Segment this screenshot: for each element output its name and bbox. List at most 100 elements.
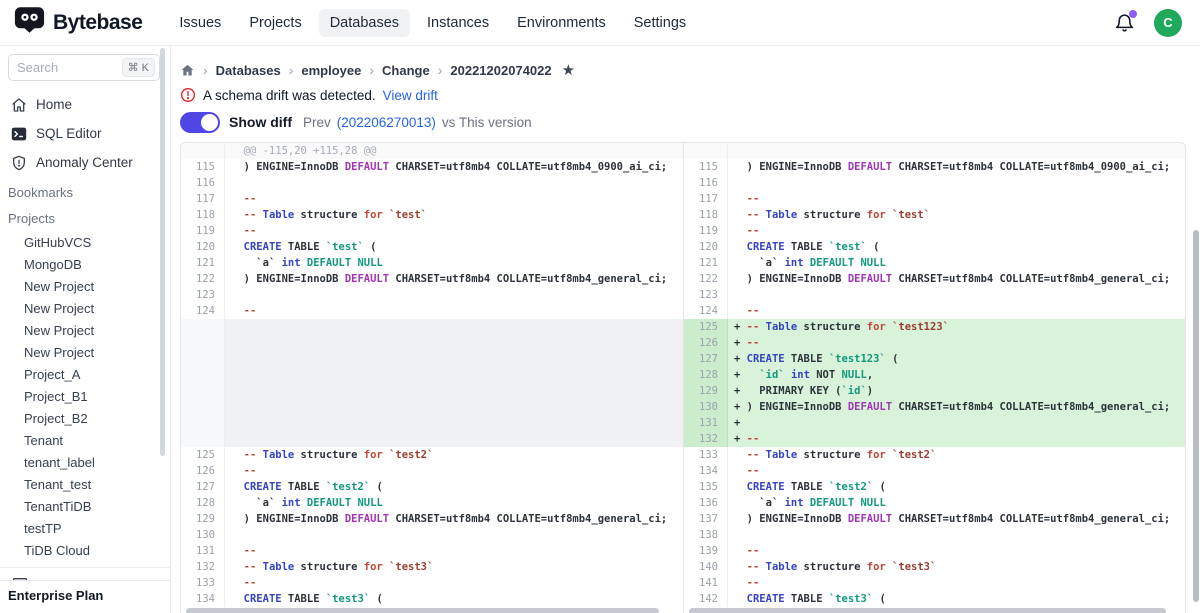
plan-badge: Enterprise Plan bbox=[0, 580, 170, 613]
sidebar-item-label: Home bbox=[36, 97, 72, 112]
nav-item-projects[interactable]: Projects bbox=[238, 9, 312, 37]
search-input[interactable] bbox=[17, 60, 103, 75]
alert-icon bbox=[180, 87, 196, 103]
diff-row bbox=[181, 415, 683, 431]
page-vertical-scrollbar[interactable] bbox=[1193, 230, 1199, 602]
diff-row: 123 bbox=[684, 287, 1185, 303]
vs-label: vs This version bbox=[442, 115, 532, 130]
diff-row bbox=[181, 383, 683, 399]
avatar[interactable]: C bbox=[1154, 9, 1182, 37]
sidebar-project-item[interactable]: New Project bbox=[0, 275, 170, 297]
diff-row: 126 -- bbox=[181, 463, 683, 479]
diff-row: 126+ -- bbox=[684, 335, 1185, 351]
diff-row: 119 -- bbox=[181, 223, 683, 239]
diff-row: 141 -- bbox=[684, 575, 1185, 591]
nav-item-issues[interactable]: Issues bbox=[168, 9, 232, 37]
alert-text: A schema drift was detected. bbox=[203, 88, 376, 103]
diff-row: 134 -- bbox=[684, 463, 1185, 479]
right-horizontal-scrollbar[interactable] bbox=[689, 608, 1176, 613]
sidebar-project-item[interactable]: Tenant_test bbox=[0, 473, 170, 495]
diff-row: 139 -- bbox=[684, 543, 1185, 559]
diff-row: 131+ bbox=[684, 415, 1185, 431]
diff-row: 122 ) ENGINE=InnoDB DEFAULT CHARSET=utf8… bbox=[684, 271, 1185, 287]
diff-row: 138 bbox=[684, 527, 1185, 543]
diff-row: 118 -- Table structure for `test` bbox=[684, 207, 1185, 223]
nav-item-databases[interactable]: Databases bbox=[319, 9, 410, 37]
favorite-star-icon[interactable]: ★ bbox=[562, 61, 575, 79]
breadcrumb-home-icon[interactable] bbox=[180, 63, 195, 78]
diff-panel-previous: @@ -115,20 +115,28 @@115 ) ENGINE=InnoDB… bbox=[181, 143, 683, 613]
bytebase-logo[interactable]: Bytebase bbox=[14, 6, 142, 39]
sidebar-item-home[interactable]: Home bbox=[0, 91, 170, 118]
breadcrumb-item[interactable]: employee bbox=[301, 63, 361, 78]
sidebar-project-item[interactable]: Tenant bbox=[0, 429, 170, 451]
diff-row bbox=[181, 319, 683, 335]
sidebar-project-item[interactable]: New Project bbox=[0, 319, 170, 341]
sidebar-project-item[interactable]: Project_A bbox=[0, 363, 170, 385]
sidebar-project-item[interactable]: New Project bbox=[0, 297, 170, 319]
sidebar-project-item[interactable]: GitHubVCS bbox=[0, 231, 170, 253]
diff-row: 127+ CREATE TABLE `test123` ( bbox=[684, 351, 1185, 367]
breadcrumb-item[interactable]: Databases bbox=[216, 63, 281, 78]
prev-label: Prev bbox=[303, 115, 331, 130]
brand-name: Bytebase bbox=[53, 11, 142, 35]
home-icon bbox=[10, 96, 27, 113]
diff-row bbox=[181, 335, 683, 351]
breadcrumb-separator: › bbox=[289, 62, 294, 78]
breadcrumb-item[interactable]: Change bbox=[382, 63, 430, 78]
bytebase-logo-icon bbox=[14, 6, 45, 39]
notification-bell-icon[interactable] bbox=[1114, 12, 1136, 34]
search-box[interactable]: ⌘ K bbox=[8, 54, 160, 81]
nav-item-instances[interactable]: Instances bbox=[416, 9, 500, 37]
sidebar-project-item[interactable]: Project_B1 bbox=[0, 385, 170, 407]
anomaly-center-icon bbox=[10, 154, 27, 171]
sidebar-project-item[interactable]: TiDB Cloud bbox=[0, 539, 170, 561]
sidebar-project-item[interactable]: Project_B2 bbox=[0, 407, 170, 429]
sidebar-project-item[interactable]: tenant_label bbox=[0, 451, 170, 473]
diff-row: 142 CREATE TABLE `test3` ( bbox=[684, 591, 1185, 607]
diff-rows-right: 115 ) ENGINE=InnoDB DEFAULT CHARSET=utf8… bbox=[684, 143, 1185, 607]
sidebar-item-anomaly-center[interactable]: Anomaly Center bbox=[0, 149, 170, 176]
sidebar-project-item[interactable]: MongoDB bbox=[0, 253, 170, 275]
diff-row: @@ -115,20 +115,28 @@ bbox=[181, 143, 683, 159]
diff-row: 129+ PRIMARY KEY (`id`) bbox=[684, 383, 1185, 399]
sidebar-item-sql-editor[interactable]: SQL Editor bbox=[0, 120, 170, 147]
sidebar-project-item[interactable]: testTP bbox=[0, 517, 170, 539]
breadcrumb-item[interactable]: 20221202074022 bbox=[450, 63, 551, 78]
search-shortcut-kbd: ⌘ K bbox=[122, 58, 155, 77]
left-horizontal-scrollbar[interactable] bbox=[186, 608, 674, 613]
nav-item-environments[interactable]: Environments bbox=[506, 9, 617, 37]
diff-row: 140 -- Table structure for `test3` bbox=[684, 559, 1185, 575]
top-right: C bbox=[1114, 9, 1182, 37]
sidebar: ⌘ K Home SQL Editor Anomaly Center Bookm… bbox=[0, 46, 171, 613]
diff-row: 132+ -- bbox=[684, 431, 1185, 447]
diff-row: 132 -- Table structure for `test3` bbox=[181, 559, 683, 575]
diff-row: 130+ ) ENGINE=InnoDB DEFAULT CHARSET=utf… bbox=[684, 399, 1185, 415]
project-list: GitHubVCSMongoDBNew ProjectNew ProjectNe… bbox=[0, 230, 170, 561]
sidebar-project-item[interactable]: New Project bbox=[0, 341, 170, 363]
diff-row: 133 -- bbox=[181, 575, 683, 591]
diff-row: 116 bbox=[684, 175, 1185, 191]
sidebar-scrollbar[interactable] bbox=[160, 48, 165, 456]
diff-row: 122 ) ENGINE=InnoDB DEFAULT CHARSET=utf8… bbox=[181, 271, 683, 287]
sidebar-project-item[interactable]: TenantTiDB bbox=[0, 495, 170, 517]
diff-row bbox=[684, 143, 1185, 159]
diff-row bbox=[181, 367, 683, 383]
top-nav: IssuesProjectsDatabasesInstancesEnvironm… bbox=[168, 9, 697, 37]
diff-row: 133 -- Table structure for `test2` bbox=[684, 447, 1185, 463]
diff-row: 130 bbox=[181, 527, 683, 543]
diff-row: 125+ -- Table structure for `test123` bbox=[684, 319, 1185, 335]
diff-row: 116 bbox=[181, 175, 683, 191]
diff-row: 119 -- bbox=[684, 223, 1185, 239]
nav-item-settings[interactable]: Settings bbox=[623, 9, 697, 37]
diff-row: 121 `a` int DEFAULT NULL bbox=[181, 255, 683, 271]
projects-section-label: Projects bbox=[0, 204, 170, 230]
prev-version-link[interactable]: (202206270013) bbox=[337, 115, 436, 130]
top-bar: Bytebase IssuesProjectsDatabasesInstance… bbox=[0, 0, 1200, 46]
show-diff-toggle[interactable] bbox=[180, 112, 220, 133]
diff-row: 129 ) ENGINE=InnoDB DEFAULT CHARSET=utf8… bbox=[181, 511, 683, 527]
diff-row: 136 `a` int DEFAULT NULL bbox=[684, 495, 1185, 511]
diff-row: 123 bbox=[181, 287, 683, 303]
view-drift-link[interactable]: View drift bbox=[383, 88, 438, 103]
main-content: › Databases›employee›Change›202212020740… bbox=[171, 46, 1200, 613]
